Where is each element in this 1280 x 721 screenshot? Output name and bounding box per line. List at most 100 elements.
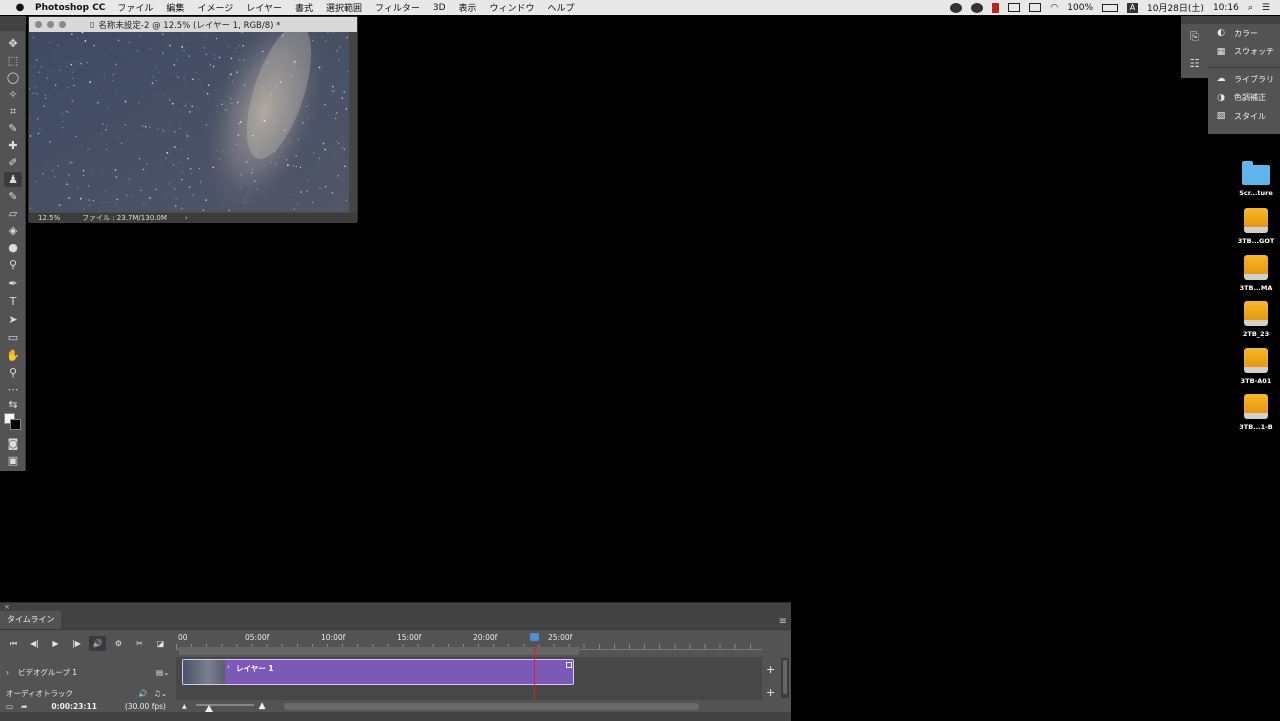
history-brush-tool-icon[interactable]: ✎ (4, 189, 22, 204)
previous-frame-button[interactable]: ◀| (26, 636, 43, 651)
pen-tool-icon[interactable]: ✒ (4, 276, 22, 291)
work-area-bar[interactable] (179, 647, 579, 655)
menu-file[interactable]: ファイル (117, 1, 153, 14)
lasso-tool-icon[interactable]: ◯ (4, 70, 22, 85)
more-tools-icon[interactable]: ⋯ (4, 382, 22, 397)
split-scissors-icon[interactable]: ✂ (131, 636, 148, 651)
timeline-zoom-knob[interactable] (205, 705, 213, 712)
magic-wand-tool-icon[interactable]: ✧ (4, 87, 22, 102)
menu-view[interactable]: 表示 (459, 1, 477, 14)
timeline-vertical-scrollbar[interactable] (781, 658, 789, 698)
clip-expand-icon[interactable]: › (227, 663, 230, 671)
minimize-window-button[interactable] (47, 21, 54, 28)
menu-edit[interactable]: 編集 (166, 1, 184, 14)
battery-icon[interactable] (1102, 4, 1118, 12)
film-strip-icon[interactable]: ▤⌄ (156, 668, 169, 677)
quick-mask-icon[interactable]: ◙ (4, 436, 22, 451)
zoom-in-mountain-icon[interactable]: ▲ (259, 701, 266, 711)
go-to-first-frame-button[interactable]: ⏮ (5, 636, 22, 651)
move-tool-icon[interactable]: ✥ (4, 36, 22, 51)
display-icon[interactable] (1008, 3, 1020, 12)
add-media-button[interactable]: + (766, 663, 775, 676)
menu-3d[interactable]: 3D (433, 3, 446, 13)
clip-layer-1[interactable]: › レイヤー 1 (182, 659, 574, 685)
panel-item-color[interactable]: ◐ カラー (1208, 24, 1280, 43)
desktop-icon-folder[interactable]: Scr...ture (1232, 165, 1280, 197)
menu-date[interactable]: 10月28日(土) (1147, 1, 1204, 14)
playback-settings-gear-icon[interactable]: ⚙ (110, 636, 127, 651)
spotlight-icon[interactable]: ⌕ (1248, 3, 1253, 13)
dock-grip[interactable] (1181, 16, 1208, 24)
airplay-icon[interactable] (1029, 3, 1041, 12)
document-canvas[interactable] (29, 32, 349, 212)
panel-item-libraries[interactable]: ☁ ライブラリ (1208, 70, 1280, 89)
time-ruler[interactable]: 00 05:00f 10:00f 15:00f 20:00f 25:00f (176, 630, 762, 656)
panel-list-grip[interactable] (1208, 16, 1280, 24)
marquee-tool-icon[interactable]: ⬚ (4, 53, 22, 68)
status-menu-arrow-icon[interactable]: › (185, 214, 188, 222)
close-window-button[interactable] (35, 21, 42, 28)
hand-tool-icon[interactable]: ✋ (4, 348, 22, 363)
history-panel-icon[interactable]: ⎘ (1181, 24, 1208, 50)
audio-volume-icon[interactable]: 🔊 (138, 689, 147, 698)
menu-image[interactable]: イメージ (197, 1, 233, 14)
mute-audio-button[interactable]: 🔊 (89, 636, 106, 651)
clone-stamp-tool-icon[interactable]: ♟ (4, 172, 22, 187)
zoom-out-icon[interactable]: ▲ (182, 703, 187, 710)
tab-timeline[interactable]: タイムライン (0, 611, 61, 629)
panel-item-adjustments[interactable]: ◑ 色調補正 (1208, 89, 1280, 108)
crop-tool-icon[interactable]: ⌗ (4, 104, 22, 119)
playhead-line[interactable] (534, 642, 535, 700)
rectangle-tool-icon[interactable]: ▭ (4, 330, 22, 345)
menu-window[interactable]: ウィンドウ (490, 1, 535, 14)
transition-icon[interactable]: ◪ (152, 636, 169, 651)
menu-clock[interactable]: 10:16 (1213, 3, 1239, 13)
desktop-icon-drive[interactable]: 3TB...GOT (1232, 208, 1280, 245)
dodge-tool-icon[interactable]: ⚲ (4, 257, 22, 272)
document-titlebar[interactable]: ▯ 名称未設定-2 @ 12.5% (レイヤー 1, RGB/8) * (29, 17, 357, 32)
menu-select[interactable]: 選択範囲 (326, 1, 362, 14)
tools-panel-grip[interactable] (0, 16, 26, 31)
wifi-icon[interactable]: ◠ (1050, 3, 1058, 13)
background-color-swatch[interactable] (10, 419, 21, 430)
music-note-icon[interactable]: ♫⌄ (154, 689, 167, 698)
panel-menu-icon[interactable]: ≡ (779, 616, 787, 627)
menu-filter[interactable]: フィルター (375, 1, 420, 14)
eyedropper-tool-icon[interactable]: ✎ (4, 121, 22, 136)
playhead-handle-icon[interactable] (530, 633, 539, 641)
timeline-horizontal-scrollbar[interactable] (284, 703, 699, 710)
app-menu[interactable]: Photoshop CC (35, 3, 105, 13)
type-tool-icon[interactable]: T (4, 294, 22, 309)
path-selection-tool-icon[interactable]: ➤ (4, 312, 22, 327)
notification-center-icon[interactable]: ☰ (1262, 3, 1270, 13)
desktop-icon-drive[interactable]: 2TB_23 (1232, 301, 1280, 338)
next-frame-button[interactable]: |▶ (68, 636, 85, 651)
paint-bucket-tool-icon[interactable]: ◈ (4, 223, 22, 238)
panel-item-swatches[interactable]: ▦ スウォッチ (1208, 43, 1280, 62)
desktop-icon-drive[interactable]: 3TB...1-B (1232, 394, 1280, 431)
scroll-thumb[interactable] (783, 660, 787, 694)
input-source-icon[interactable]: A (1127, 3, 1138, 13)
menu-layer[interactable]: レイヤー (246, 1, 282, 14)
default-colors-icon[interactable]: ⇆ (4, 397, 22, 412)
clip-end-icon[interactable] (566, 662, 572, 668)
recording-icon[interactable] (992, 3, 999, 13)
document-vertical-scrollbar[interactable] (349, 32, 357, 213)
blur-tool-icon[interactable]: ● (4, 240, 22, 255)
menu-type[interactable]: 書式 (295, 1, 313, 14)
render-video-icon[interactable]: ▭ (6, 702, 13, 711)
timeline-panel-grip[interactable]: × (0, 603, 791, 612)
creative-cloud-icon[interactable] (950, 3, 962, 13)
play-button[interactable]: ▶ (47, 636, 64, 651)
convert-frame-animation-icon[interactable]: ➦ (21, 702, 27, 711)
panel-item-styles[interactable]: ▧ スタイル (1208, 107, 1280, 126)
eraser-tool-icon[interactable]: ▱ (4, 206, 22, 221)
zoom-tool-icon[interactable]: ⚲ (4, 365, 22, 380)
brush-tool-icon[interactable]: ✐ (4, 155, 22, 170)
desktop-icon-drive[interactable]: 3TB-A01 (1232, 348, 1280, 385)
desktop-icon-drive[interactable]: 3TB...MA (1232, 255, 1280, 292)
expand-chevron-icon[interactable]: › (6, 668, 9, 677)
add-audio-button[interactable]: + (766, 686, 775, 699)
screen-mode-icon[interactable]: ▣ (4, 453, 22, 468)
zoom-level[interactable]: 12.5% (38, 214, 82, 222)
